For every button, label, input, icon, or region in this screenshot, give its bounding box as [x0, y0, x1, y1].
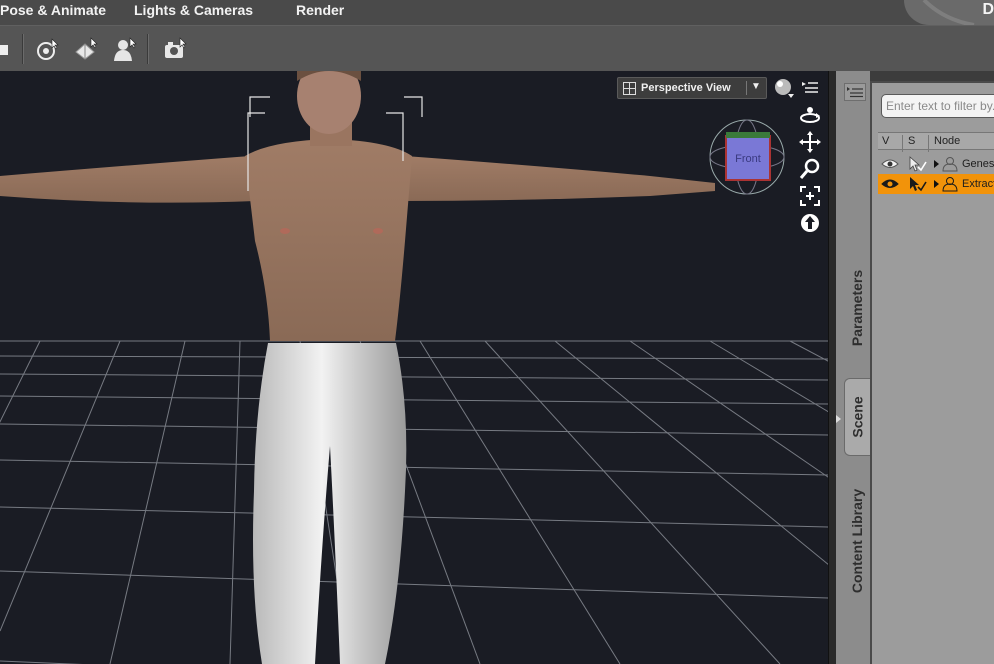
figure-node-icon — [942, 157, 958, 172]
brand-area: D — [904, 0, 994, 25]
grid-icon — [623, 82, 636, 95]
universal-tool-button[interactable] — [33, 35, 61, 63]
collapse-arrow-icon[interactable] — [836, 415, 841, 423]
reset-view-button[interactable] — [798, 211, 822, 235]
figure-icon — [114, 37, 137, 61]
spot-render-tool-button[interactable] — [161, 35, 189, 63]
view-cube-gizmo: Front — [709, 119, 785, 195]
viewport-menu-button[interactable] — [798, 76, 822, 100]
column-header-selectable[interactable]: S — [908, 135, 915, 147]
tab-parameters-label: Parameters — [849, 269, 865, 347]
eye-icon[interactable] — [881, 178, 899, 189]
view-cube[interactable]: Front — [708, 118, 786, 196]
column-header-node[interactable]: Node — [934, 135, 960, 147]
pan-button[interactable] — [798, 130, 822, 154]
expand-arrow-icon[interactable] — [934, 160, 939, 168]
view-cube-face-label: Front — [735, 153, 761, 165]
scene-node-name: Genesis — [962, 158, 994, 170]
menu-bar: Pose & Animate Lights & Cameras Render D — [0, 0, 994, 25]
orbit-button[interactable] — [798, 103, 822, 127]
pane-options-button[interactable] — [844, 83, 866, 101]
floor-grid — [0, 340, 828, 664]
app-window: Pose & Animate Lights & Cameras Render D — [0, 0, 994, 664]
3d-viewport[interactable]: Perspective View ▼ Front — [0, 71, 828, 664]
dropdown-divider — [746, 81, 747, 95]
toolbar-separator — [147, 34, 149, 64]
universal-tool-icon — [37, 38, 59, 60]
surface-selection-tool-button[interactable] — [72, 35, 100, 63]
selectable-cursor-icon[interactable] — [907, 176, 927, 192]
view-selector-dropdown[interactable]: Perspective View ▼ — [617, 77, 767, 99]
view-selector-label: Perspective View — [641, 82, 731, 94]
tab-content-library-label: Content Library — [849, 488, 866, 594]
dock-splitter[interactable] — [828, 71, 836, 664]
tab-scene-label: Scene — [849, 396, 866, 438]
scene-table-header: V S Node — [878, 132, 994, 152]
human-figure — [0, 71, 715, 664]
partial-tool-button[interactable] — [0, 35, 14, 63]
figure-tool-button[interactable] — [111, 35, 139, 63]
menu-tab-lights-cameras[interactable]: Lights & Cameras — [134, 0, 253, 22]
scene-node-name: Extracted — [962, 178, 994, 190]
column-header-visible[interactable]: V — [882, 135, 889, 147]
chevron-down-icon: ▼ — [751, 81, 761, 92]
scene-filter-input[interactable] — [881, 94, 994, 118]
menu-lines-icon — [802, 82, 818, 93]
toolbar — [0, 25, 994, 71]
reset-icon — [801, 214, 819, 232]
brand-swoosh — [922, 0, 975, 25]
tab-content-library[interactable]: Content Library — [844, 466, 870, 616]
toolbar-separator — [22, 34, 24, 64]
menu-tab-pose-animate[interactable]: Pose & Animate — [0, 0, 106, 22]
viewport-scene — [0, 71, 828, 664]
frame-button[interactable] — [798, 184, 822, 208]
figure-node-icon — [942, 177, 958, 192]
tab-scene[interactable]: Scene — [844, 378, 870, 456]
selectable-cursor-icon[interactable] — [907, 156, 927, 172]
menu-tab-render[interactable]: Render — [296, 0, 344, 22]
surface-selection-icon — [75, 37, 98, 60]
scene-row[interactable]: Genesis — [878, 154, 994, 174]
tab-parameters[interactable]: Parameters — [844, 253, 870, 363]
zoom-button[interactable] — [798, 157, 822, 181]
camera-icon — [165, 37, 187, 58]
scene-row-selected[interactable]: Extracted — [878, 174, 994, 194]
brand-logo: D — [982, 1, 994, 18]
menu-lines-icon — [847, 87, 863, 98]
pane-tab-strip: Parameters Scene Content Library — [836, 71, 870, 664]
eye-icon[interactable] — [881, 158, 899, 169]
frame-icon — [800, 186, 820, 206]
scene-pane: V S Node Genesis — [870, 81, 994, 664]
pan-icon — [799, 131, 821, 153]
orbit-icon — [800, 107, 820, 123]
draw-style-button[interactable] — [772, 76, 796, 100]
expand-arrow-icon[interactable] — [934, 180, 939, 188]
zoom-icon — [799, 158, 820, 179]
partial-tool-icon — [0, 45, 8, 55]
sphere-icon — [775, 79, 794, 98]
